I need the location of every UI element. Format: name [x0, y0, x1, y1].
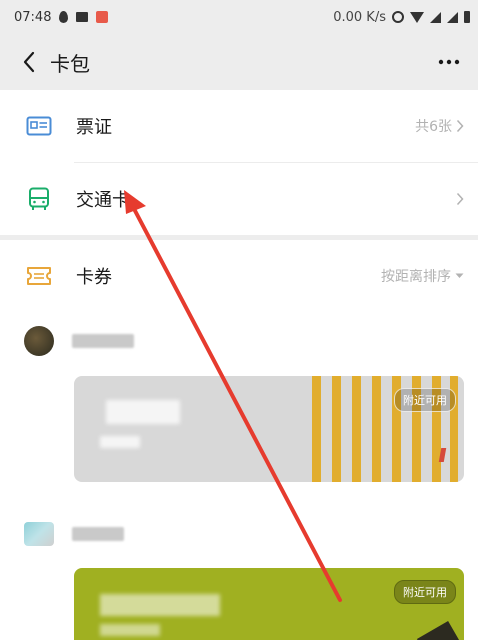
tickets-count: 共6张: [415, 119, 452, 135]
coupon-list: 附近可用 附近可用: [0, 320, 478, 640]
coupon-card[interactable]: 附近可用: [74, 376, 464, 482]
status-bar: 07:48 0.00 K/s: [0, 0, 478, 34]
card-mark: [438, 448, 447, 462]
card-stripe: [352, 376, 361, 482]
signal-icon: [430, 11, 441, 23]
sort-dropdown[interactable]: 按距离排序: [381, 266, 464, 286]
merchant-header[interactable]: [24, 326, 134, 356]
merchant-name-redacted: [72, 527, 124, 541]
sort-label: 按距离排序: [381, 269, 451, 285]
nearby-available-tag: 附近可用: [394, 388, 456, 412]
card-stripe: [332, 376, 341, 482]
status-time: 07:48: [14, 9, 52, 25]
chevron-right-icon: [456, 119, 464, 133]
alarm-icon: [392, 11, 404, 23]
redacted-text: [100, 624, 160, 636]
app-notification-icon: [96, 11, 109, 23]
card-stripe: [312, 376, 321, 482]
caret-down-icon: [455, 273, 464, 278]
merchant-name-redacted: [72, 334, 134, 348]
row-label-tickets: 票证: [76, 117, 112, 138]
avatar: [24, 326, 54, 356]
network-speed: 0.00 K/s: [333, 9, 386, 25]
signal-icon-2: [447, 11, 458, 23]
row-tickets[interactable]: 票证 共6张: [0, 90, 478, 162]
row-label-coupons: 卡券: [76, 267, 112, 288]
redacted-text: [100, 436, 140, 448]
card-stripe: [372, 376, 381, 482]
coupon-card[interactable]: 附近可用: [74, 568, 464, 640]
coupon-header-section: 卡券 按距离排序: [0, 240, 478, 320]
more-icon[interactable]: [434, 47, 464, 77]
location-icon: [59, 11, 69, 23]
row-label-transit-card: 交通卡: [76, 190, 130, 211]
nav-bar: 卡包: [0, 34, 478, 90]
card-type-list: 票证 共6张 交通卡: [0, 90, 478, 235]
back-arrow-icon[interactable]: [14, 47, 44, 77]
card-decoration: [416, 621, 464, 640]
wifi-icon: [410, 11, 424, 23]
bus-icon: [26, 186, 52, 212]
nearby-available-tag: 附近可用: [394, 580, 456, 604]
row-transit-card[interactable]: 交通卡: [0, 163, 478, 235]
gallery-icon: [76, 12, 89, 22]
battery-icon: [464, 11, 470, 23]
coupon-icon: [26, 263, 52, 289]
row-coupons[interactable]: 卡券 按距离排序: [0, 240, 478, 312]
merchant-header[interactable]: [24, 522, 124, 546]
redacted-text: [106, 400, 180, 424]
avatar: [24, 522, 54, 546]
chevron-right-icon: [456, 192, 464, 206]
page-title: 卡包: [50, 51, 90, 76]
redacted-text: [100, 594, 220, 616]
ticket-card-icon: [26, 113, 52, 139]
